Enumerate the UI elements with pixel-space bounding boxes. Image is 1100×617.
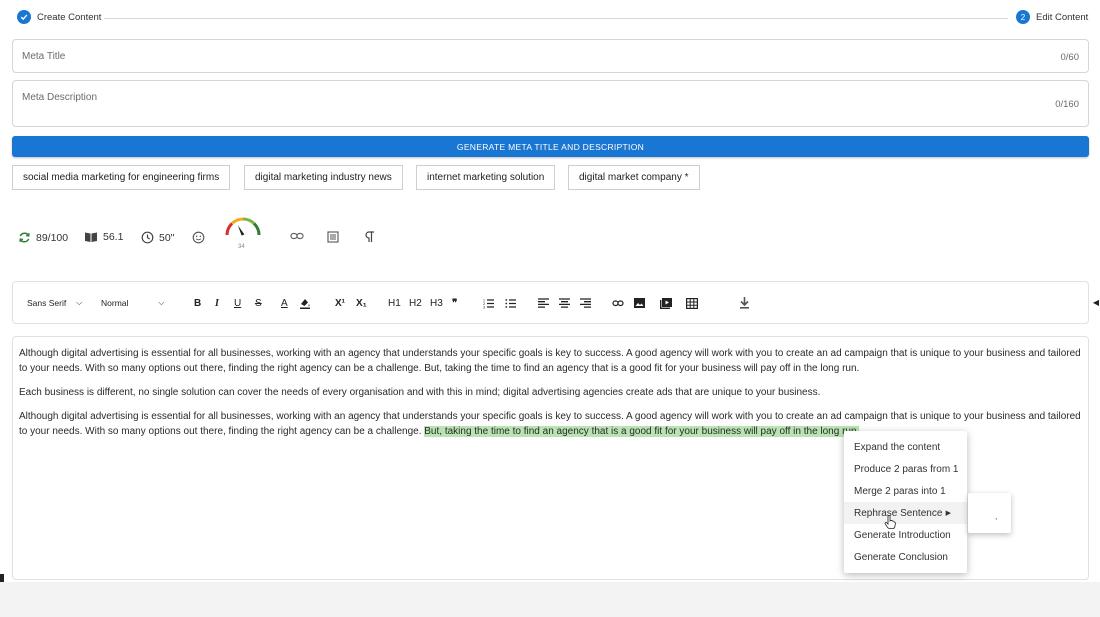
download-icon xyxy=(740,297,749,309)
menu-item-conclusion[interactable]: Generate Conclusion xyxy=(844,546,967,568)
seo-score-value: 89/100 xyxy=(36,231,69,244)
insert-image-button[interactable] xyxy=(634,297,645,309)
metrics-bar: 89/100 56.1 50" 34 xyxy=(18,215,438,255)
document-icon xyxy=(327,231,339,243)
generate-meta-button[interactable]: GENERATE META TITLE AND DESCRIPTION xyxy=(12,136,1089,157)
insert-video-button[interactable] xyxy=(660,297,672,309)
insert-link-button[interactable] xyxy=(612,297,624,309)
strike-button[interactable]: S xyxy=(255,297,262,309)
bullet-list-button[interactable] xyxy=(505,297,517,309)
menu-item-label: Rephrase Sentence xyxy=(854,507,943,519)
step-label: Edit Content xyxy=(1036,11,1089,23)
smiley-icon xyxy=(192,231,205,244)
align-right-button[interactable] xyxy=(580,297,591,309)
sentiment[interactable] xyxy=(192,231,205,244)
meta-title-counter: 0/60 xyxy=(1060,52,1080,63)
paragraph: Each business is different, no single so… xyxy=(19,387,821,398)
read-time-value: 50" xyxy=(159,231,175,244)
ordered-list-button[interactable]: 123 xyxy=(483,297,495,309)
hand-cursor-icon xyxy=(884,515,896,529)
pilcrow-icon xyxy=(365,231,374,242)
blockquote-button[interactable]: ❞ xyxy=(452,297,457,309)
align-right-icon xyxy=(580,297,591,308)
highlight-button[interactable] xyxy=(299,297,311,309)
rephrase-submenu: , xyxy=(968,493,1011,533)
align-left-icon xyxy=(538,297,549,308)
table-icon xyxy=(686,297,698,309)
edge-marker xyxy=(0,574,4,582)
italic-button[interactable]: I xyxy=(215,297,219,309)
caret-right-icon: ▶ xyxy=(945,510,951,517)
read-time[interactable]: 50" xyxy=(141,231,174,244)
h1-button[interactable]: H1 xyxy=(388,297,401,309)
video-icon xyxy=(660,297,672,309)
paragraph-check[interactable] xyxy=(364,231,375,243)
submenu-mark: , xyxy=(995,512,998,521)
menu-item-rephrase[interactable]: Rephrase Sentence ▶ xyxy=(844,502,967,524)
menu-item-introduction[interactable]: Generate Introduction xyxy=(844,524,967,546)
align-left-button[interactable] xyxy=(538,297,549,309)
stepper-connector xyxy=(104,18,1008,19)
seo-score[interactable]: 89/100 xyxy=(18,231,68,244)
step-create-content[interactable]: Create Content xyxy=(17,10,101,24)
gauge-value: 34 xyxy=(238,244,245,250)
page-footer-band xyxy=(0,582,1100,617)
ordered-list-icon: 123 xyxy=(483,298,494,309)
link-icon xyxy=(612,299,624,306)
book-icon xyxy=(85,232,97,242)
link-icon xyxy=(290,232,304,240)
align-center-button[interactable] xyxy=(559,297,570,309)
menu-item-expand[interactable]: Expand the content xyxy=(844,436,967,458)
keyword-chip[interactable]: digital marketing industry news xyxy=(244,165,403,190)
menu-item-merge-paras[interactable]: Merge 2 paras into 1 xyxy=(844,480,967,502)
image-icon xyxy=(634,298,645,308)
insert-table-button[interactable] xyxy=(686,297,698,309)
panel-toggle-icon[interactable]: ◀ xyxy=(1093,298,1099,307)
fill-color-icon xyxy=(300,299,310,309)
ai-context-menu: Expand the content Produce 2 paras from … xyxy=(844,431,967,573)
stepper: Create Content 2 Edit Content xyxy=(0,0,1100,36)
h2-button[interactable]: H2 xyxy=(409,297,422,309)
document-check[interactable] xyxy=(327,231,339,243)
meta-title-label: Meta Title xyxy=(22,51,66,62)
size-select-value: Normal xyxy=(101,298,129,308)
keyword-chip[interactable]: digital market company * xyxy=(568,165,700,190)
subscript-button[interactable]: X₁ xyxy=(356,297,367,309)
refresh-icon xyxy=(19,232,30,243)
check-icon xyxy=(17,10,31,24)
chevron-down-icon: ⌵ xyxy=(158,298,165,307)
meta-title-field[interactable]: Meta Title 0/60 xyxy=(12,39,1089,73)
gauge-needle xyxy=(237,225,245,236)
download-button[interactable] xyxy=(739,297,750,309)
text-color-button[interactable]: A xyxy=(281,297,288,309)
chevron-down-icon: ⌵ xyxy=(76,298,83,307)
clock-icon xyxy=(141,231,154,244)
menu-item-produce-paras[interactable]: Produce 2 paras from 1 xyxy=(844,458,967,480)
keyword-chip[interactable]: internet marketing solution xyxy=(416,165,556,190)
font-select[interactable]: Sans Serif ⌵ xyxy=(27,297,82,309)
meta-description-field[interactable]: Meta Description 0/160 xyxy=(12,80,1089,127)
bold-button[interactable]: B xyxy=(194,297,201,309)
step-number: 2 xyxy=(1016,10,1030,24)
meta-description-label: Meta Description xyxy=(22,92,98,103)
step-label: Create Content xyxy=(37,11,102,23)
step-edit-content[interactable]: 2 Edit Content xyxy=(1016,10,1088,24)
underline-button[interactable]: U xyxy=(234,297,241,309)
bullet-list-icon xyxy=(505,298,516,308)
paragraph: Although digital advertising is essentia… xyxy=(19,348,1081,374)
size-select[interactable]: Normal ⌵ xyxy=(101,297,164,309)
h3-button[interactable]: H3 xyxy=(430,297,443,309)
superscript-button[interactable]: X¹ xyxy=(335,297,345,309)
links-check[interactable] xyxy=(290,231,304,241)
keyword-chip[interactable]: social media marketing for engineering f… xyxy=(12,165,231,190)
editor-toolbar: Sans Serif ⌵ Normal ⌵ B I U S A X¹ X₁ H1 H… xyxy=(12,281,1089,324)
align-center-icon xyxy=(559,297,570,308)
readability-score[interactable]: 56.1 xyxy=(84,231,123,243)
svg-text:3: 3 xyxy=(483,305,485,309)
font-select-value: Sans Serif xyxy=(27,298,67,308)
selected-text[interactable]: But, taking the time to find an agency t… xyxy=(424,426,860,437)
meta-description-counter: 0/160 xyxy=(1055,99,1079,110)
readability-value: 56.1 xyxy=(103,231,124,243)
